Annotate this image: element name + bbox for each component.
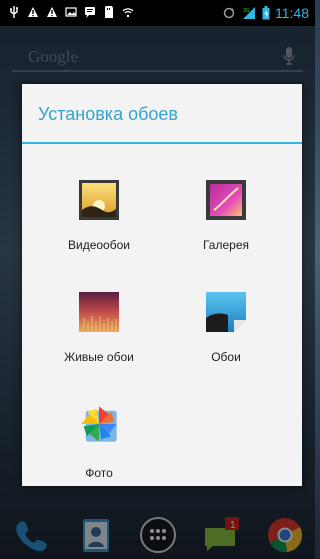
option-label-photos: Фото (85, 466, 113, 480)
option-gallery[interactable]: Галерея (171, 180, 281, 275)
video-wallpaper-icon (79, 180, 119, 220)
live-wallpaper-icon (79, 292, 119, 332)
option-video-wallpaper[interactable]: Видеообои (44, 180, 154, 275)
warning-icon (28, 7, 38, 17)
warning-icon-2 (47, 7, 57, 17)
photos-icon (81, 406, 117, 442)
option-label-live-wallpaper: Живые обои (64, 350, 134, 364)
sd-card-icon (105, 6, 113, 18)
clock: 11:48 (275, 5, 309, 21)
sync-icon (223, 7, 235, 19)
signal-icon: 3G (243, 7, 255, 19)
option-label-video-wallpaper: Видеообои (68, 238, 130, 252)
option-label-wallpapers: Обои (211, 350, 241, 364)
wallpaper-chooser-dialog: Установка обоев Видеообои Галерея Живые … (22, 84, 302, 486)
option-label-gallery: Галерея (202, 238, 250, 252)
svg-text:3G: 3G (243, 8, 250, 14)
picture-icon (65, 7, 77, 17)
status-bar: 3G 11:48 (0, 0, 315, 26)
battery-icon (262, 6, 270, 20)
title-divider (22, 142, 302, 144)
wallpaper-icon (206, 292, 246, 332)
dialog-title: Установка обоев (38, 104, 178, 124)
wifi-icon (122, 8, 134, 18)
usb-icon (10, 6, 18, 18)
option-photos[interactable]: Фото (44, 404, 154, 499)
gallery-icon (206, 180, 246, 220)
option-live-wallpaper[interactable]: Живые обои (44, 292, 154, 387)
option-wallpapers[interactable]: Обои (171, 292, 281, 387)
message-icon (85, 7, 95, 18)
